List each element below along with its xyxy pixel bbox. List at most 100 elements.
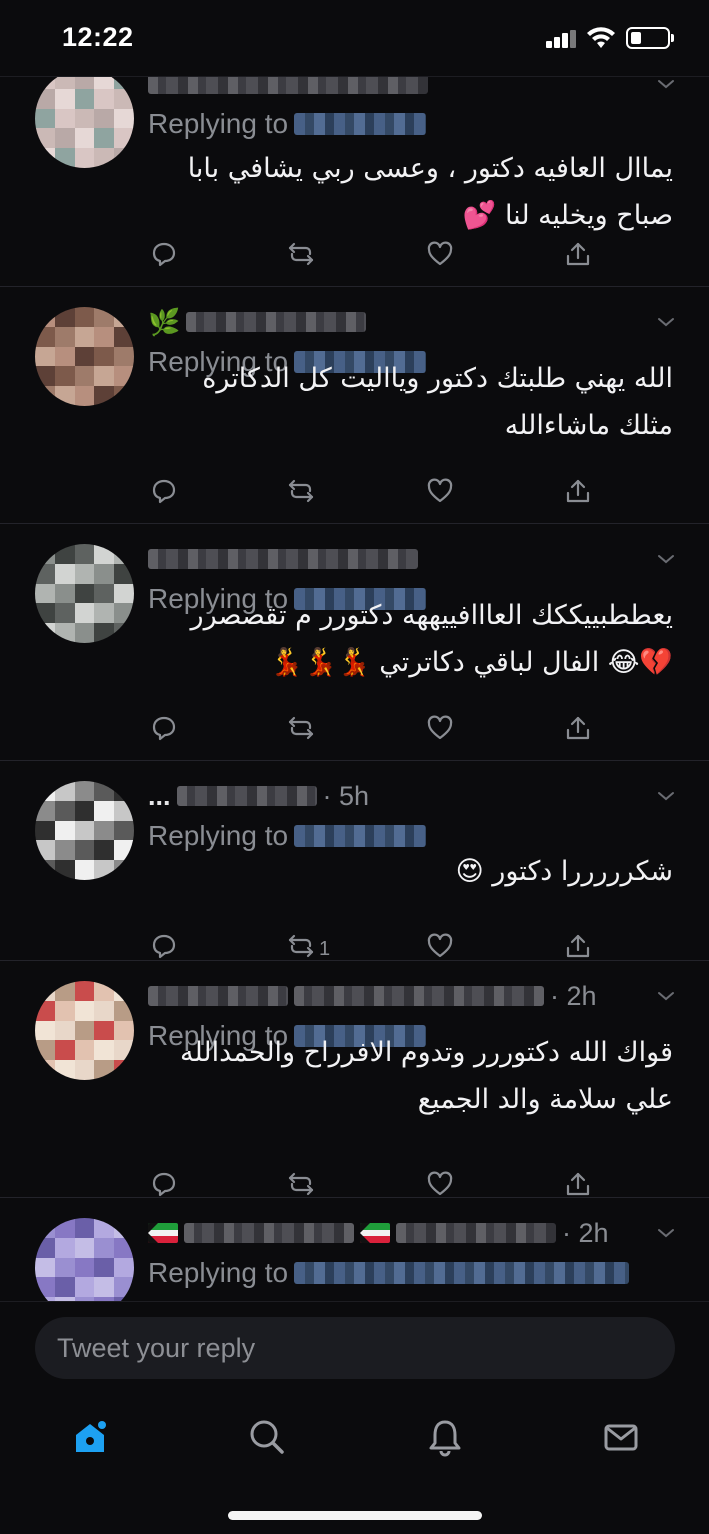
tweet-line: يماال العافيه دكتور ، وعسى ربي يشافي باب… [187,153,673,184]
like-button[interactable] [426,711,454,751]
reply-tweet[interactable]: · 2h Replying to قواك الله دكتوررر وتدوم ا… [0,961,709,1198]
like-button[interactable] [426,474,454,514]
avatar[interactable] [35,544,134,643]
replying-to-handle-redacted[interactable] [294,1262,630,1284]
compose-area: Tweet your reply [0,1301,709,1401]
tweet-timestamp: · 2h [550,980,597,1011]
author-row[interactable]: 🌿 [148,305,372,339]
tweet-body: يماال العافيه دكتور ، وعسى ربي يشافي باب… [153,145,673,239]
share-icon [564,240,592,274]
cellular-signal-icon [546,30,576,48]
tweet-line: صباح ويخليه لنا 💕 [462,200,673,231]
avatar[interactable] [35,77,134,168]
chevron-down-icon[interactable] [656,549,676,569]
author-name-redacted [148,77,428,94]
chevron-down-icon[interactable] [656,312,676,332]
reply-input[interactable]: Tweet your reply [35,1317,675,1379]
replying-to-row: Replying to [148,107,427,141]
tab-messages[interactable] [597,1413,645,1461]
share-button[interactable] [564,237,592,277]
retweet-count: 1 [319,937,331,960]
reply-tweet[interactable]: ... · 5h Replying to شكرررررا دكتور 😍 1 [0,761,709,961]
tweet-actions [0,237,709,277]
status-bar: 12:22 [0,0,709,76]
avatar[interactable] [35,1218,134,1301]
tab-bar [0,1401,709,1534]
tweet-body: الله يهني طلبتك دكتور ويااليت كل الدكاتر… [153,355,673,449]
tweet-timestamp: · 5h [322,780,370,811]
reply-icon [150,477,178,511]
replying-to-handle-redacted[interactable] [294,113,427,135]
share-button[interactable] [564,474,592,514]
search-icon [250,1420,284,1454]
replying-to-label: Replying to [148,108,289,139]
like-icon [426,714,454,748]
home-indicator[interactable] [228,1511,482,1520]
replying-to-handle-redacted[interactable] [294,825,427,847]
avatar[interactable] [35,307,134,406]
retweet-button[interactable] [287,474,319,514]
tweet-body: قواك الله دكتوررر وتدوم الافرراح والحمدا… [153,1029,673,1123]
author-name-redacted [148,986,288,1006]
reply-icon [150,714,178,748]
avatar[interactable] [35,981,134,1080]
chevron-down-icon[interactable] [656,1223,676,1243]
tweet-timestamp: · 2h [562,1217,609,1248]
reply-tweet[interactable]: · 2h Replying to [0,1198,709,1301]
tweet-line: يعططبييككك العااافييههه دكتورر م تقصصرر [190,600,673,631]
retweet-button[interactable] [287,237,319,277]
author-row[interactable]: · 2h [148,1216,609,1250]
leaf-emoji-icon: 🌿 [148,306,181,337]
author-row[interactable]: · 2h [148,979,597,1013]
tweet-actions [0,711,709,751]
retweet-button[interactable] [287,711,319,751]
chevron-down-icon[interactable] [656,786,676,806]
bell-icon [429,1420,461,1457]
reply-icon [150,240,178,274]
tweet-line: قواك الله دكتوررر وتدوم الافرراح والحمدا… [179,1037,673,1068]
ellipsis-text: ... [148,780,171,811]
retweet-icon [287,477,315,511]
author-name-redacted [176,786,317,806]
replying-to-label: Replying to [148,1257,289,1288]
like-icon [426,240,454,274]
chevron-down-icon[interactable] [656,986,676,1006]
chevron-down-icon[interactable] [656,77,676,94]
author-row[interactable]: ... · 5h [148,779,369,813]
reply-tweet[interactable]: Replying to يماال العافيه دكتور ، وعسى رب… [0,77,709,287]
share-icon [564,477,592,511]
author-row[interactable] [148,542,424,576]
replying-to-row: Replying to [148,1256,630,1290]
reply-list[interactable]: Replying to يماال العافيه دكتور ، وعسى رب… [0,76,709,1301]
tweet-line: 💔😂 الفال لباقي دكاترتي 💃💃💃 [269,647,673,678]
reply-input-placeholder: Tweet your reply [57,1332,256,1363]
tweet-line: مثلك ماشاءالله [504,410,673,441]
avatar[interactable] [35,781,134,880]
reply-button[interactable] [150,474,178,514]
tweet-line: الله يهني طلبتك دكتور ويااليت كل الدكاتر… [202,363,673,394]
author-row[interactable] [148,77,434,101]
author-name-redacted [186,312,367,332]
like-button[interactable] [426,237,454,277]
tab-home[interactable] [66,1413,114,1461]
retweet-icon [287,240,315,274]
kuwait-flag-icon [148,1223,178,1243]
tweet-line: علي سلامة والد الجميع [417,1084,673,1115]
reply-button[interactable] [150,237,178,277]
home-icon [76,1421,106,1452]
battery-icon [626,27,674,49]
tweet-line: شكرررررا دكتور 😍 [455,856,673,887]
reply-tweet[interactable]: 🌿 Replying to الله يهني طلبتك دكتور وياالي… [0,287,709,524]
tweet-body: يعططبييككك العااافييههه دكتورر م تقصصرر 💔… [153,592,673,686]
retweet-icon [287,714,315,748]
status-time: 12:22 [62,22,134,52]
share-button[interactable] [564,711,592,751]
reply-tweet[interactable]: Replying to يعططبييككك العااافييههه دكتور… [0,524,709,761]
tab-search[interactable] [243,1413,291,1461]
author-name-redacted [148,549,418,569]
tab-notifications[interactable] [421,1413,469,1461]
author-name-redacted [396,1223,556,1243]
mail-icon [604,1424,638,1451]
reply-button[interactable] [150,711,178,751]
tweet-body: شكرررررا دكتور 😍 [153,848,673,895]
